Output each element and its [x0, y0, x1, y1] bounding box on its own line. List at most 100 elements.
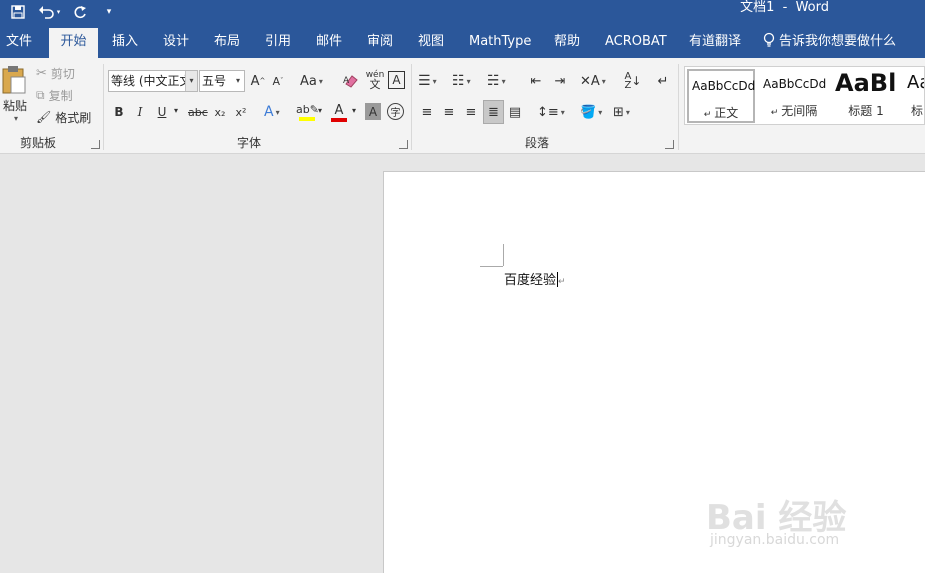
styles-gallery: AaBbCcDd ↵ 正文 AaBbCcDd ↵ 无间隔 AaBl 标题 1 A… [684, 66, 925, 125]
tab-layout[interactable]: 布局 [214, 28, 240, 58]
cut-label: 剪切 [50, 66, 75, 81]
document-body-text[interactable]: 百度经验 ↵ [504, 269, 566, 288]
enclose-characters-button[interactable]: 字 [387, 103, 404, 120]
font-size-combobox[interactable]: 五号 ▾ [199, 70, 245, 92]
character-border-button[interactable]: A [388, 71, 405, 89]
text-effects-icon: A [264, 104, 274, 120]
shrink-font-icon: A [272, 74, 281, 88]
eraser-icon: A [343, 75, 358, 88]
paste-label: 粘贴 [2, 99, 27, 113]
tab-youdao-translate[interactable]: 有道翻译 [689, 28, 741, 58]
paint-bucket-icon: 🪣 [580, 104, 597, 120]
bold-button[interactable]: B [112, 102, 126, 122]
tell-me-search[interactable]: 告诉我你想要做什么 [763, 28, 896, 58]
font-size-value: 五号 [202, 74, 227, 88]
chinese-layout-button[interactable]: ✕A ▾ [580, 71, 606, 91]
style-normal[interactable]: AaBbCcDd ↵ 正文 [687, 69, 755, 123]
decrease-indent-button[interactable]: ⇤ [526, 71, 546, 91]
shrink-font-button[interactable]: Aˇ [270, 71, 286, 91]
font-group-label: 字体 [236, 136, 261, 150]
change-case-button[interactable]: Aa ▾ [300, 71, 323, 91]
copy-button[interactable]: ⧉ 复制 [36, 86, 73, 104]
style-no-spacing[interactable]: AaBbCcDd ↵ 无间隔 [759, 69, 829, 123]
tab-references[interactable]: 引用 [265, 28, 291, 58]
highlighter-icon: ab✎ [296, 103, 319, 116]
chevron-down-icon[interactable]: ▾ [232, 71, 244, 91]
chevron-down-icon[interactable]: ▾ [185, 71, 197, 91]
font-color-button[interactable]: A [331, 100, 347, 124]
save-icon[interactable] [8, 1, 28, 23]
font-launcher-icon[interactable] [399, 140, 408, 149]
tab-file[interactable]: 文件 [6, 28, 32, 58]
style-heading-2[interactable]: Aa 标 [903, 69, 924, 123]
align-right-button[interactable]: ≡ [462, 102, 480, 122]
bullets-button[interactable]: ☰ ▾ [418, 71, 437, 91]
sort-button[interactable]: A Z ↓ [623, 71, 643, 91]
subscript-button[interactable]: x₂ [212, 102, 228, 122]
redo-icon[interactable] [70, 1, 90, 23]
style-name: 标 [911, 104, 924, 118]
borders-icon: ⊞ [613, 104, 624, 120]
copy-icon: ⧉ [36, 87, 45, 102]
paste-dropdown-icon[interactable]: ▾ [14, 114, 18, 123]
tab-design[interactable]: 设计 [163, 28, 189, 58]
format-painter-button[interactable]: 🖌 格式刷 [36, 108, 91, 126]
tab-insert[interactable]: 插入 [112, 28, 138, 58]
phonetic-guide-button[interactable]: wén 文 [365, 69, 385, 91]
character-shading-button[interactable]: A [365, 103, 381, 120]
increase-indent-button[interactable]: ⇥ [550, 71, 570, 91]
tab-home[interactable]: 开始 [49, 28, 98, 59]
paragraph-mark: ↵ [558, 277, 566, 287]
style-preview: AaBl [835, 69, 897, 97]
tab-review[interactable]: 审阅 [367, 28, 393, 58]
text-effects-button[interactable]: A ▾ [264, 102, 280, 122]
align-left-button[interactable]: ≡ [418, 102, 436, 122]
superscript-button[interactable]: x² [233, 102, 249, 122]
baidu-watermark: Bai 经验 jingyan.baidu.com [706, 490, 916, 560]
underline-dropdown-icon[interactable]: ▾ [174, 106, 178, 115]
paste-button[interactable]: 粘贴 ▾ [0, 64, 30, 124]
increase-indent-icon: ⇥ [554, 73, 566, 89]
justify-button[interactable]: ≣ [483, 100, 504, 124]
change-case-icon: Aa [300, 73, 317, 89]
borders-button[interactable]: ⊞ ▾ [613, 102, 630, 122]
distributed-icon: ▤ [508, 104, 522, 120]
paragraph-launcher-icon[interactable] [665, 140, 674, 149]
cut-button[interactable]: ✂ 剪切 [36, 64, 75, 82]
customize-quick-access-icon[interactable]: ▾ [102, 1, 116, 23]
strikethrough-button[interactable]: abc [188, 102, 208, 122]
multilevel-list-icon: ☵ [487, 73, 500, 89]
underline-button[interactable]: U [155, 102, 169, 122]
document-title: 文档1 - Word [740, 0, 829, 15]
font-color-dropdown-icon[interactable]: ▾ [352, 106, 356, 115]
style-preview: Aa [907, 72, 924, 93]
margin-corner-mark [503, 244, 504, 266]
scissors-icon: ✂ [36, 65, 47, 81]
undo-icon[interactable]: ▾ [36, 1, 62, 23]
font-name-combobox[interactable]: 等线 (中文正文 ▾ [108, 70, 198, 92]
show-formatting-marks-button[interactable]: ↵ [655, 71, 671, 91]
numbering-button[interactable]: ☷ ▾ [452, 71, 471, 91]
shading-button[interactable]: 🪣 ▾ [580, 102, 602, 122]
tab-help[interactable]: 帮助 [554, 28, 580, 58]
ribbon: 粘贴 ▾ ✂ 剪切 ⧉ 复制 🖌 格式刷 剪贴板 等线 (中文正文 ▾ 五号 ▾ A ^… [0, 58, 925, 154]
tab-acrobat[interactable]: ACROBAT [605, 28, 667, 58]
style-heading-1[interactable]: AaBl 标题 1 [831, 69, 901, 123]
style-name: 标题 1 [848, 104, 884, 118]
align-center-button[interactable]: ≡ [440, 102, 458, 122]
distributed-button[interactable]: ▤ [506, 102, 524, 122]
tab-mathtype[interactable]: MathType [469, 28, 531, 58]
clipboard-launcher-icon[interactable] [91, 140, 100, 149]
tell-me-label: 告诉我你想要做什么 [779, 34, 897, 49]
svg-text:A: A [343, 76, 350, 86]
tab-view[interactable]: 视图 [418, 28, 444, 58]
line-spacing-button[interactable]: ↕≡ ▾ [537, 102, 565, 122]
highlight-dropdown-icon[interactable]: ▾ [318, 106, 322, 115]
group-separator [103, 64, 104, 150]
tab-mailings[interactable]: 邮件 [316, 28, 342, 58]
highlight-button[interactable]: ab✎ [296, 100, 319, 124]
multilevel-list-button[interactable]: ☵ ▾ [487, 71, 506, 91]
clear-formatting-button[interactable]: A [342, 71, 360, 91]
italic-button[interactable]: I [133, 102, 147, 122]
grow-font-button[interactable]: A ^ [250, 71, 266, 91]
